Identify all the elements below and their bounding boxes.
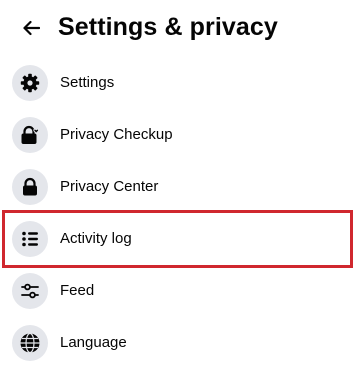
menu-item-label: Activity log <box>60 230 132 247</box>
list-icon <box>12 221 48 257</box>
menu-item-settings[interactable]: Settings <box>0 57 355 109</box>
menu-item-label: Privacy Center <box>60 178 159 195</box>
settings-menu: Settings Privacy Checkup Privacy Center <box>0 57 355 369</box>
lock-heart-icon <box>12 117 48 153</box>
menu-item-feed[interactable]: Feed <box>0 265 355 317</box>
menu-item-privacy-center[interactable]: Privacy Center <box>0 161 355 213</box>
lock-icon <box>12 169 48 205</box>
page-title: Settings & privacy <box>58 13 278 41</box>
menu-item-label: Settings <box>60 74 115 91</box>
menu-item-label: Feed <box>60 282 95 299</box>
sliders-icon <box>12 273 48 309</box>
menu-item-privacy-checkup[interactable]: Privacy Checkup <box>0 109 355 161</box>
header: Settings & privacy <box>0 0 355 56</box>
menu-item-label: Language <box>60 334 127 351</box>
globe-icon <box>12 325 48 361</box>
gear-icon <box>12 65 48 101</box>
menu-item-label: Privacy Checkup <box>60 126 173 143</box>
back-button[interactable] <box>14 11 48 45</box>
arrow-left-icon <box>22 20 40 36</box>
menu-item-activity-log[interactable]: Activity log <box>0 213 355 265</box>
menu-item-language[interactable]: Language <box>0 317 355 369</box>
